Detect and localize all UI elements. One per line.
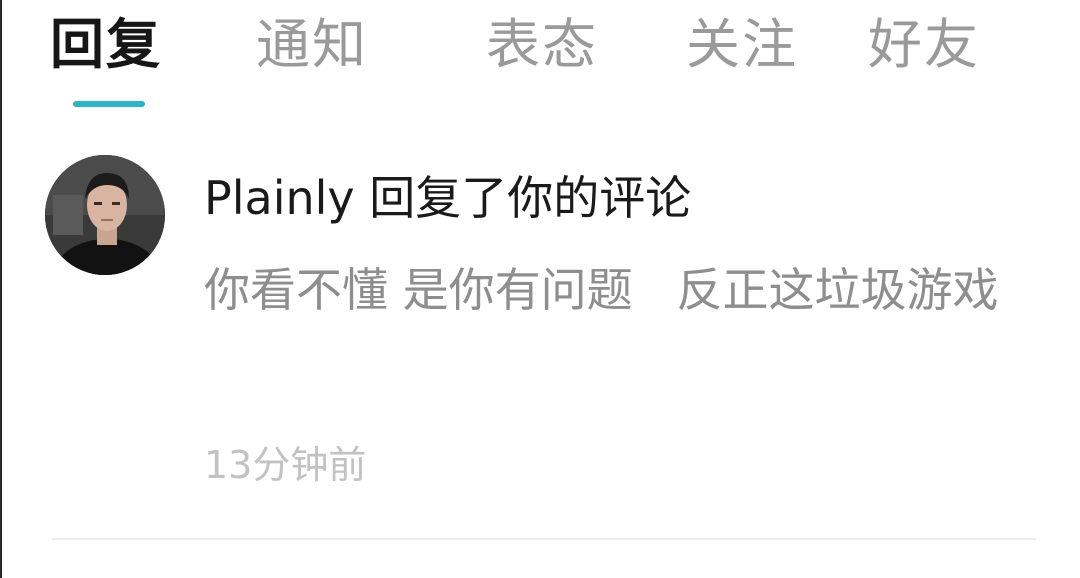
tab-reactions[interactable]: 表态 — [486, 10, 598, 80]
notification-item[interactable]: Plainly 回复了你的评论 你看不懂 是你有问题 反正这垃圾游戏 13分钟前 — [2, 140, 1080, 540]
tab-friends[interactable]: 好友 — [868, 10, 980, 80]
reply-content[interactable]: 你看不懂 是你有问题 反正这垃圾游戏 — [204, 250, 1044, 330]
timestamp: 13分钟前 — [204, 443, 367, 487]
divider — [52, 538, 1036, 540]
tab-bar: 回复 通知 表态 关注 好友 — [2, 0, 1080, 110]
notification-title[interactable]: Plainly 回复了你的评论 — [204, 168, 691, 228]
active-tab-indicator — [73, 101, 145, 107]
tab-replies[interactable]: 回复 — [50, 10, 162, 80]
user-avatar-icon — [45, 155, 165, 275]
tab-follows[interactable]: 关注 — [686, 10, 798, 80]
avatar[interactable] — [45, 155, 165, 275]
tab-notifications[interactable]: 通知 — [256, 10, 368, 80]
